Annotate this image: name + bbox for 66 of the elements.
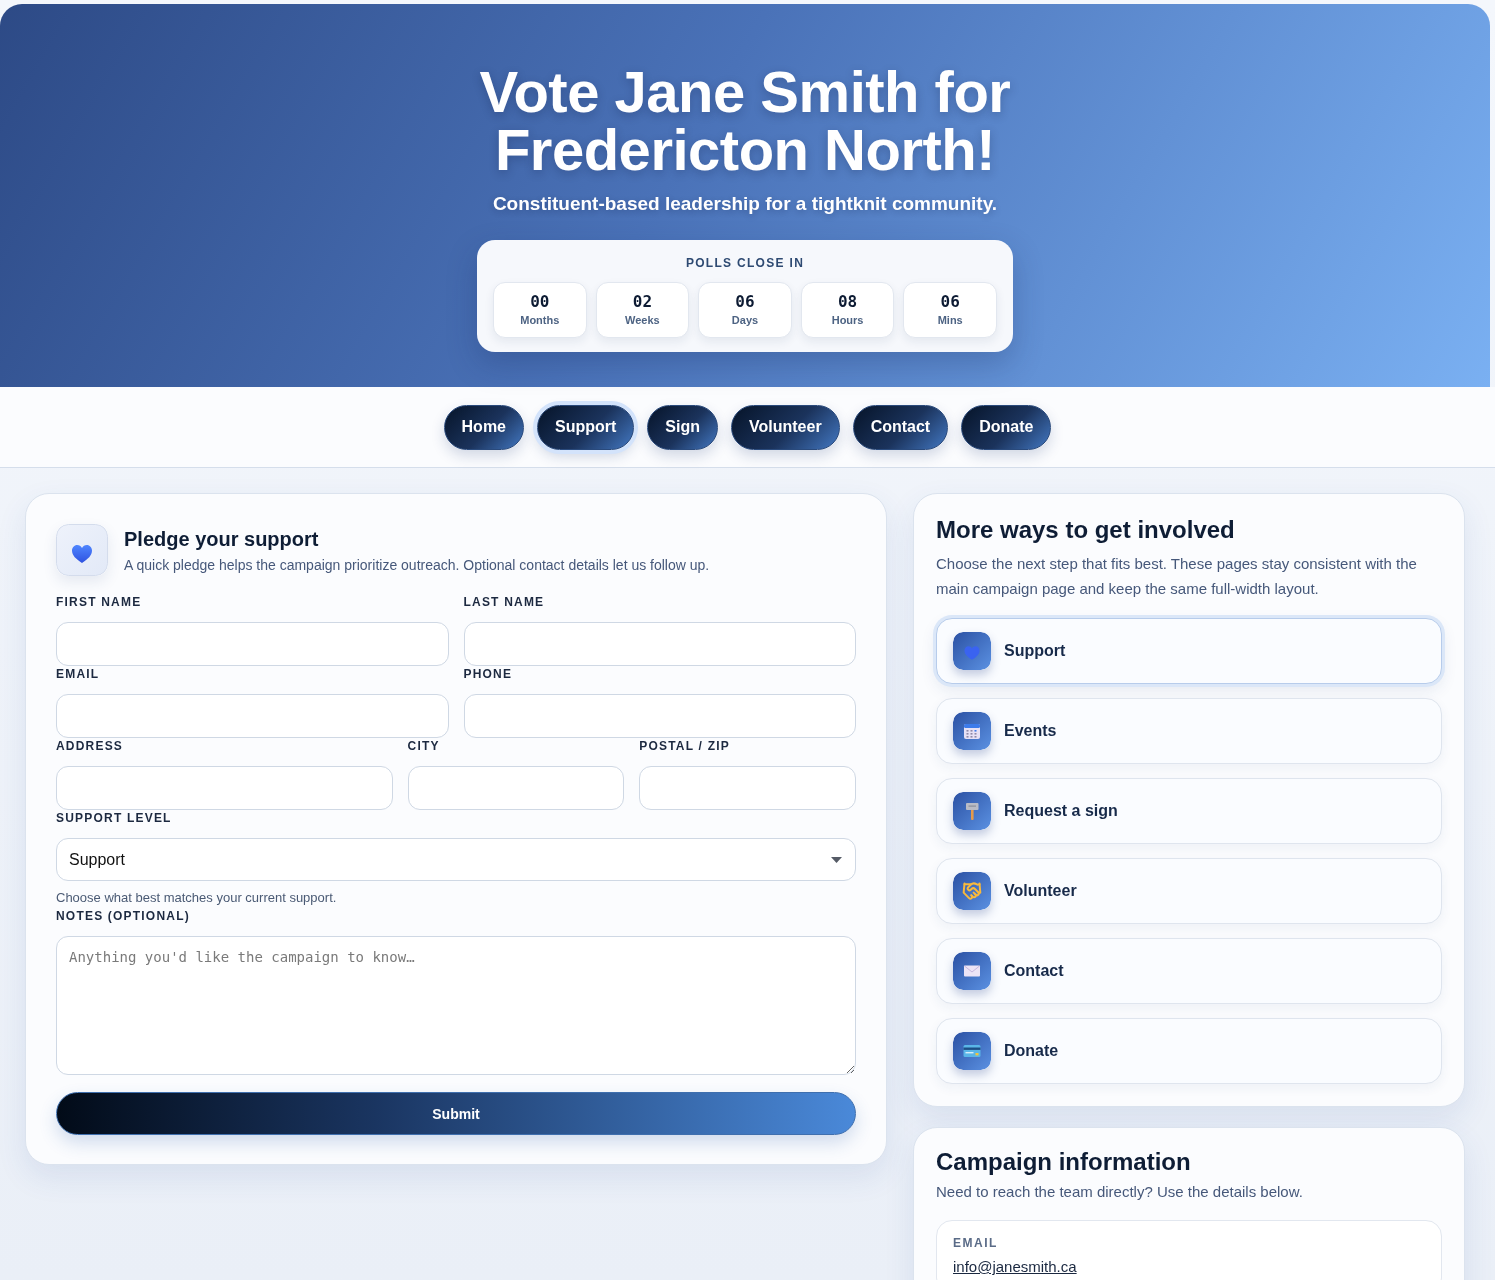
nav-button[interactable]: Donate [961,404,1052,450]
countdown-unit: Mins [937,314,963,327]
campaign-info-description: Need to reach the team directly? Use the details below. [936,1182,1304,1202]
detail-label: EMAIL [953,1235,999,1251]
caret-icon [831,856,842,863]
pledge-description: A quick pledge helps the campaign prioritize outreach. Optional contact details let us follow up. [124,556,710,575]
credit-card-icon [953,1032,991,1070]
campaign-info-title: Campaign information [936,1147,1192,1177]
envelope-icon [953,952,991,990]
input-field[interactable] [56,766,393,810]
calendar-icon [953,712,991,750]
input-field[interactable] [407,766,625,810]
link-label: Support [1004,642,1066,660]
nav-button[interactable]: Sign [647,404,718,450]
email-link[interactable]: info@janesmith.ca [953,1257,1077,1277]
field-label: PHONE [463,666,514,682]
input-field[interactable] [463,694,856,738]
link-label: Volunteer [1004,882,1077,900]
countdown-value: 02 [632,293,652,311]
involvement-link[interactable]: Events [936,698,1442,764]
field-label: EMAIL [56,666,101,682]
input-field[interactable] [56,622,449,666]
heart-icon [953,632,991,670]
countdown-value: 00 [530,293,550,311]
field-label: FIRST NAME [56,594,143,610]
involvement-link[interactable]: Volunteer [936,858,1442,924]
field-label: NOTES (OPTIONAL) [56,908,191,924]
nav-button[interactable]: Contact [852,404,949,450]
field-label: ADDRESS [56,738,125,754]
heart-icon [56,524,108,576]
nav-button[interactable]: Home [443,404,524,450]
input-field[interactable] [56,694,449,738]
involved-title: More ways to get involved [936,515,1236,545]
link-label: Request a sign [1004,802,1118,820]
submit-button[interactable]: Submit [56,1092,856,1135]
field-label: POSTAL / ZIP [639,738,731,754]
countdown-label: POLLS CLOSE IN [685,256,805,270]
countdown-unit: Days [731,314,759,327]
involvement-link[interactable]: Donate [936,1018,1442,1084]
involvement-link[interactable]: Support [936,618,1442,684]
input-field[interactable] [463,622,856,666]
link-label: Donate [1004,1042,1059,1060]
countdown-unit: Hours [831,314,864,327]
countdown-value: 06 [940,293,960,311]
involvement-link[interactable]: Contact [936,938,1442,1004]
involved-description: Choose the next step that fits best. These pages stay consistent with the main campaign page and keep the same full-width layout. [936,554,1418,599]
link-label: Contact [1004,962,1064,980]
signpost-icon [953,792,991,830]
pledge-title: Pledge your support [124,527,320,551]
hero-subtitle: Constituent-based leadership for a tightknit community. [492,193,998,215]
countdown-unit: Months [520,314,560,327]
handshake-icon [953,872,991,910]
nav-button[interactable]: Volunteer [731,404,840,450]
field-label: SUPPORT LEVEL [56,810,173,826]
hero-title: Vote Jane Smith for Fredericton North! [478,63,1012,179]
field-label: CITY [407,738,441,754]
link-label: Events [1004,722,1057,740]
field-hint: Choose what best matches your current support. [56,890,338,906]
input-field[interactable] [639,766,856,810]
field-label: LAST NAME [463,594,546,610]
countdown-unit: Weeks [625,314,660,327]
involvement-link[interactable]: Request a sign [936,778,1442,844]
notes-field[interactable]: Anything you'd like the campaign to know… [56,936,856,1075]
countdown-value: 08 [837,293,858,311]
select-field[interactable]: Support [56,838,856,881]
countdown-value: 06 [735,293,755,311]
